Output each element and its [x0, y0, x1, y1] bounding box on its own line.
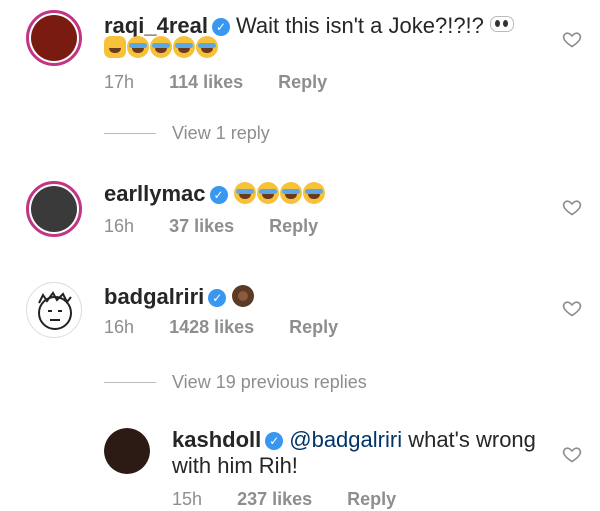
face-with-tears-of-joy-icon	[150, 36, 172, 58]
view-replies-button[interactable]: View 1 reply	[104, 123, 270, 144]
heart-outline-icon[interactable]	[562, 197, 582, 217]
comment-text: what's wrong	[408, 427, 536, 452]
likes-count[interactable]: 237 likes	[237, 489, 312, 509]
comment-time: 15h	[172, 489, 203, 509]
comment-time: 16h	[104, 317, 135, 337]
face-with-tears-of-joy-icon	[196, 36, 218, 58]
likes-count[interactable]: 37 likes	[169, 216, 234, 236]
comment-text: Wait this isn't a Joke?!?!?	[235, 13, 484, 38]
comment-text-continued: with him Rih!	[172, 453, 298, 478]
verified-badge-icon: ✓	[265, 432, 284, 450]
view-replies-label: View 19 previous replies	[172, 372, 367, 392]
face-with-tears-of-joy-icon	[233, 182, 256, 204]
divider	[104, 133, 156, 134]
woman-facepalming-icon	[232, 285, 255, 307]
mention-link[interactable]: @badgalriri	[289, 427, 402, 452]
face-with-tears-of-joy-icon	[279, 182, 302, 204]
view-replies-label: View 1 reply	[172, 123, 270, 143]
face-with-tears-of-joy-icon	[173, 36, 195, 58]
reply-button[interactable]: Reply	[269, 216, 318, 236]
avatar[interactable]	[26, 282, 82, 338]
verified-badge-icon: ✓	[209, 186, 228, 204]
reply-button[interactable]: Reply	[289, 317, 338, 337]
face-with-tears-of-joy-icon	[127, 36, 149, 58]
face-with-tears-of-joy-icon	[256, 182, 279, 204]
view-previous-replies-button[interactable]: View 19 previous replies	[104, 372, 367, 393]
avatar[interactable]	[26, 181, 82, 237]
face-with-tears-of-joy-icon	[302, 182, 325, 204]
weary-cat-icon	[104, 36, 126, 58]
comment-username[interactable]: kashdoll	[172, 427, 261, 452]
reply-button[interactable]: Reply	[278, 72, 327, 92]
meme-face-icon	[38, 291, 72, 330]
comment-time: 16h	[104, 216, 135, 236]
reply-button[interactable]: Reply	[347, 489, 396, 509]
divider	[104, 382, 156, 383]
likes-count[interactable]: 114 likes	[169, 72, 243, 92]
avatar[interactable]	[26, 10, 82, 66]
eyes-icon	[490, 16, 515, 32]
avatar[interactable]	[104, 428, 150, 474]
comment-time: 17h	[104, 72, 135, 92]
comment-username[interactable]: earllymac	[104, 181, 206, 206]
comment-username[interactable]: badgalriri	[104, 284, 204, 309]
heart-outline-icon[interactable]	[562, 444, 582, 464]
heart-outline-icon[interactable]	[562, 298, 582, 318]
likes-count[interactable]: 1428 likes	[169, 317, 254, 337]
heart-outline-icon[interactable]	[562, 29, 582, 49]
verified-badge-icon: ✓	[208, 289, 227, 307]
